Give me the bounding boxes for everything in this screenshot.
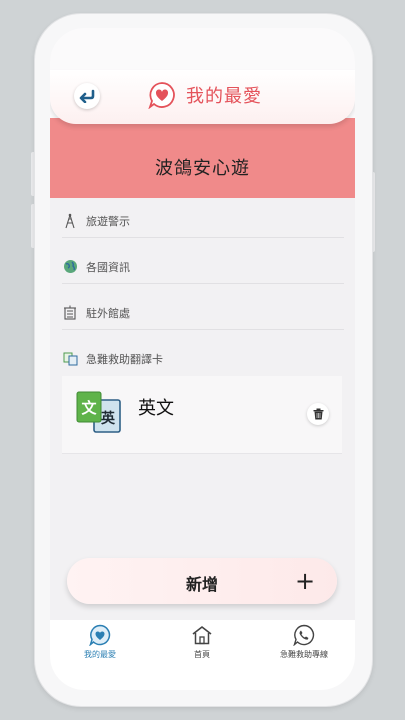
menu-item-embassy[interactable]: 駐外館處 [62,296,344,330]
svg-text:英: 英 [100,410,116,427]
home-icon [192,626,212,645]
favorite-item[interactable]: 文 英 英文 [62,376,342,454]
favorite-label: 英文 [138,398,174,419]
back-button[interactable] [74,83,100,109]
plus-icon: + [295,567,316,595]
trash-icon [313,408,323,420]
menu-label: 旅遊警示 [86,214,130,228]
tab-home[interactable]: 首頁 [152,624,252,660]
app-name: 波鴿安心遊 [155,158,250,179]
menu-item-translation-card[interactable]: 急難救助翻譯卡 [62,342,344,376]
menu-label: 急難救助翻譯卡 [86,353,163,366]
tower-icon [62,213,78,229]
heart-bubble-icon [89,624,111,646]
page-title: 我的最愛 [186,86,262,107]
building-icon [62,305,78,321]
menu-item-country-info[interactable]: 各國資訊 [62,250,344,284]
header-bar: 我的最愛 [50,70,355,124]
menu-label: 駐外館處 [86,306,130,320]
tab-label: 急難救助專線 [280,650,328,659]
tab-label: 我的最愛 [84,650,116,659]
back-arrow-icon [79,89,95,103]
app-screen: 我的最愛 波鴿安心遊 旅遊警示 各國資訊 駐外館處 急難救助翻譯卡 文 英 英文… [50,28,355,690]
heart-bubble-icon [148,82,175,109]
tab-label: 首頁 [194,650,210,659]
bottom-tab-bar: 我的最愛 首頁 急難救助專線 [50,620,355,690]
svg-text:文: 文 [81,399,97,417]
menu-item-travel-alert[interactable]: 旅遊警示 [62,204,344,238]
delete-button[interactable] [307,403,329,425]
tab-emergency-hotline[interactable]: 急難救助專線 [254,624,354,660]
translate-icon [62,351,78,367]
translation-card-icon: 文 英 [76,391,121,433]
globe-icon [62,259,78,275]
tab-favorites[interactable]: 我的最愛 [50,624,150,660]
add-button[interactable]: 新增 + [67,558,337,604]
menu-label: 各國資訊 [86,260,130,274]
phone-call-icon [293,624,315,646]
